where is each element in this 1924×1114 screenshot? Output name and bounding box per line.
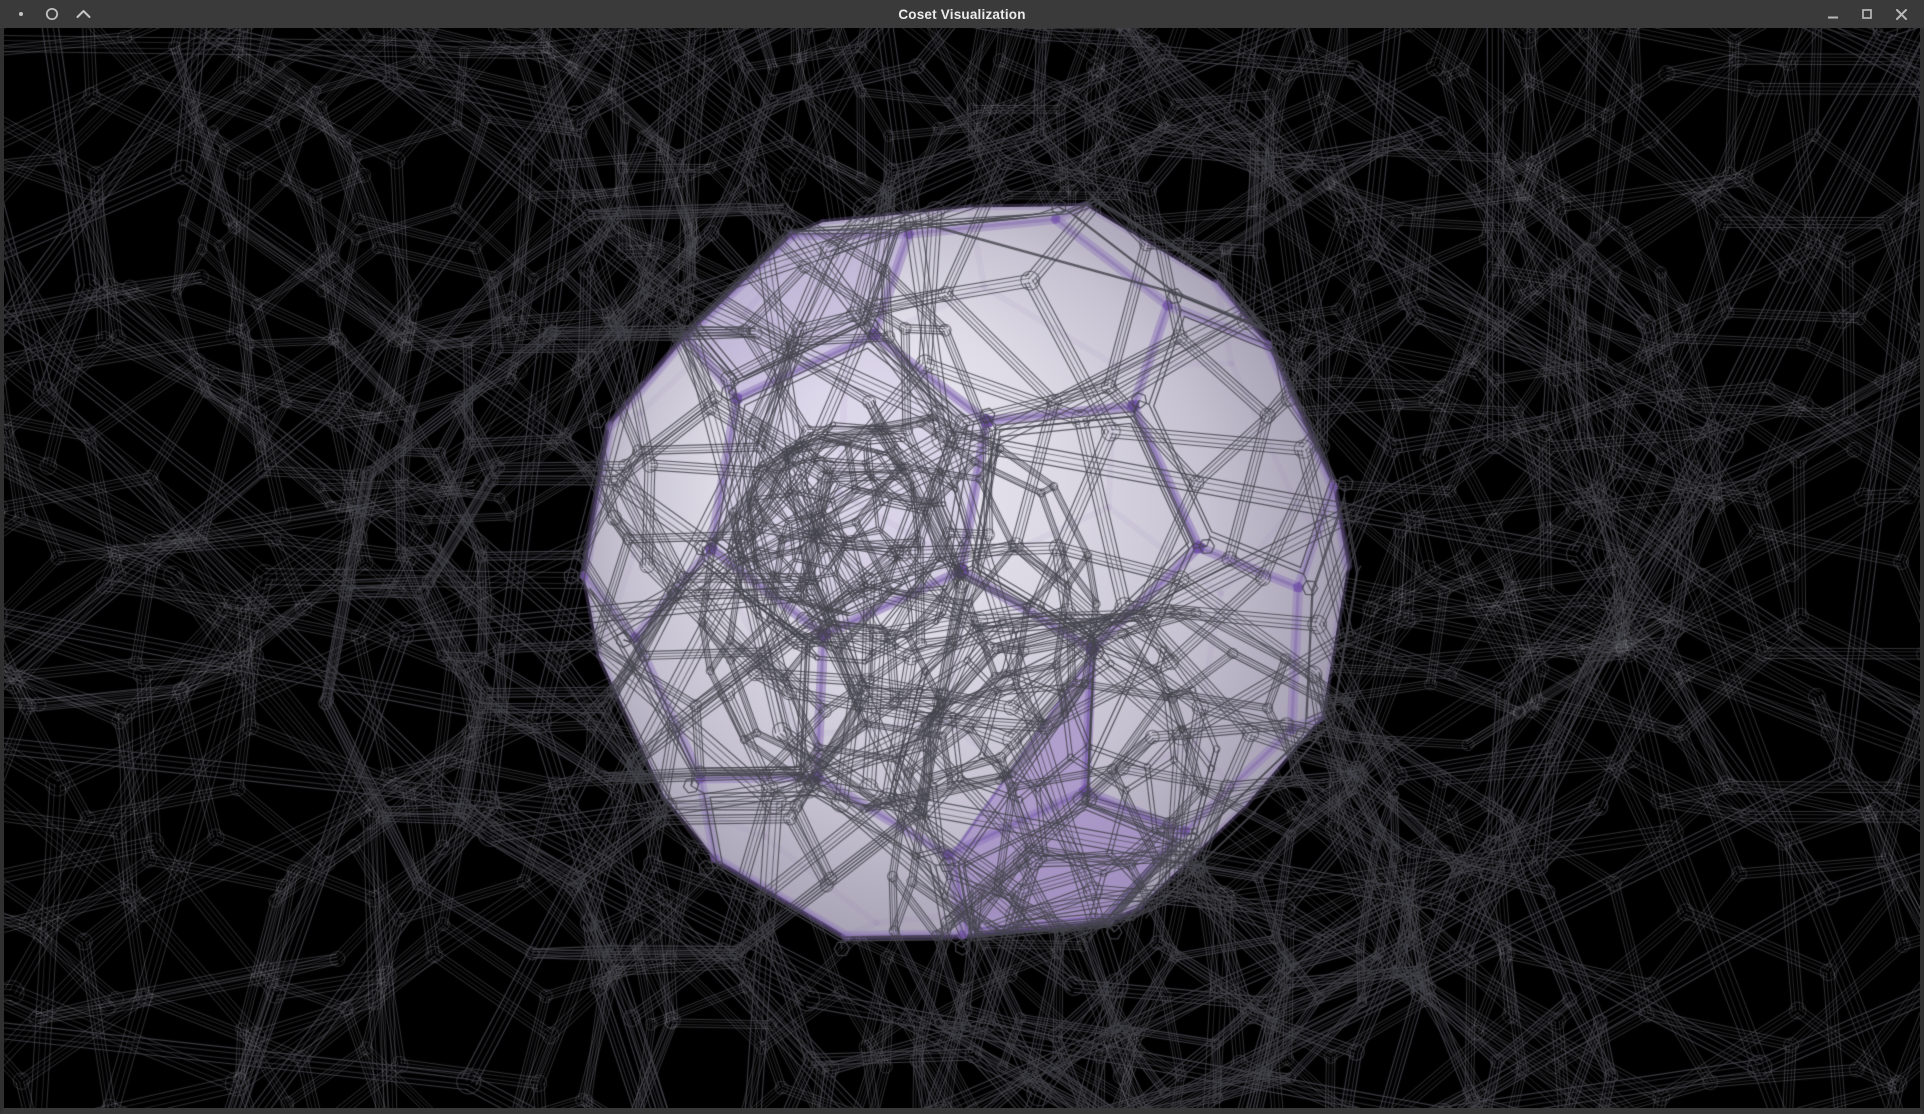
window-controls	[1824, 5, 1924, 23]
circle-icon[interactable]	[43, 5, 61, 23]
chevron-up-icon[interactable]	[74, 5, 92, 23]
app-window: Coset Visualization	[0, 0, 1924, 1114]
window-frame	[0, 28, 1924, 1114]
maximize-button[interactable]	[1858, 5, 1876, 23]
titlebar-left-icons	[0, 5, 92, 23]
window-title: Coset Visualization	[0, 7, 1924, 22]
dot-icon[interactable]	[12, 5, 30, 23]
close-button[interactable]	[1892, 5, 1910, 23]
titlebar[interactable]: Coset Visualization	[0, 0, 1924, 28]
viewport-canvas[interactable]	[4, 28, 1920, 1108]
minimize-button[interactable]	[1824, 5, 1842, 23]
